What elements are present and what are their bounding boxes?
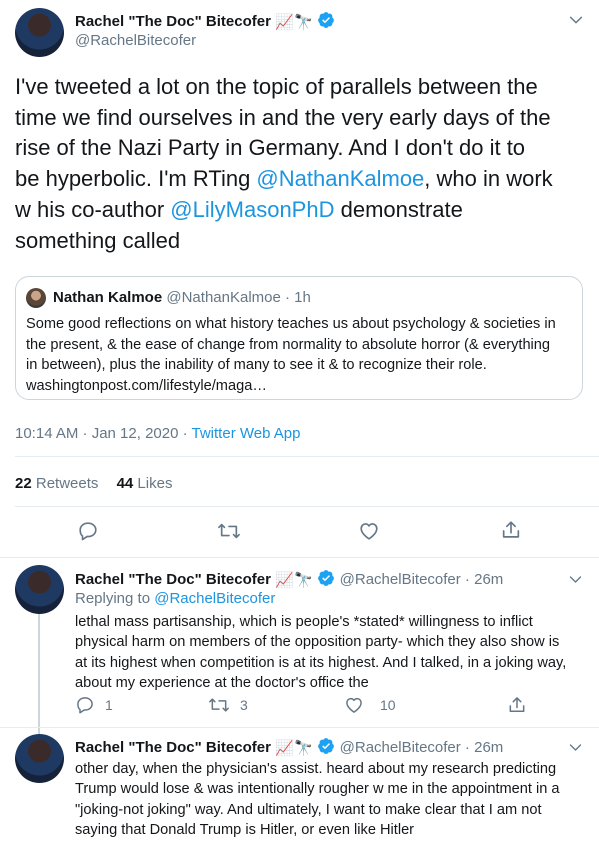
divider — [0, 727, 599, 728]
meta-separator: · — [178, 425, 192, 442]
tweet-meta: 10:14 AM · Jan 12, 2020 · Twitter Web Ap… — [15, 425, 300, 442]
text-segment: demonstrate — [334, 196, 463, 222]
quoted-text-line: Some good reflections on what history te… — [26, 316, 556, 332]
retweets-label: Retweets — [35, 475, 99, 492]
reply-handle-time[interactable]: @RachelBitecofer · 26m — [340, 571, 504, 588]
chevron-down-icon[interactable] — [568, 12, 584, 28]
likes-count: 44 — [116, 475, 134, 492]
reply-text-line: "joking-not joking" way. And ultimately,… — [75, 801, 542, 818]
retweet-icon[interactable] — [217, 520, 241, 542]
author-avatar[interactable] — [15, 8, 64, 57]
quoted-text: Some good reflections on what history te… — [26, 314, 578, 396]
retweet-action[interactable]: 3 — [208, 695, 248, 715]
reply-icon — [77, 697, 93, 714]
reply-text-line: other day, when the physician's assist. … — [75, 761, 557, 777]
like-count: 10 — [380, 697, 396, 713]
tweet-stats: 22 Retweets 44 Likes — [15, 475, 172, 492]
author-name-row: Rachel "The Doc" Bitecofer 📈🔭 — [75, 11, 335, 31]
quoted-tweet[interactable]: Nathan Kalmoe @NathanKalmoe · 1h Some go… — [15, 276, 583, 400]
mention-link[interactable]: @NathanKalmoe — [256, 166, 424, 191]
tweet-text: I've tweeted a lot on the topic of paral… — [15, 72, 590, 256]
tweet-text-line: I've tweeted a lot on the topic of paral… — [15, 74, 538, 99]
reply-text: other day, when the physician's assist. … — [75, 759, 595, 840]
like-icon[interactable] — [358, 520, 380, 542]
reply-author-name[interactable]: Rachel "The Doc" Bitecofer — [75, 739, 271, 756]
reply-text-line: saying that Donald Trump is Hitler, or e… — [75, 821, 415, 838]
author-emoji: 📈🔭 — [275, 572, 313, 589]
author-handle[interactable]: @RachelBitecofer — [75, 32, 196, 49]
chevron-down-icon[interactable] — [568, 572, 583, 587]
quoted-author-name: Nathan Kalmoe — [53, 289, 163, 306]
author-emoji: 📈🔭 — [275, 740, 313, 757]
reply-text-line: about my experience at the doctor's offi… — [75, 674, 369, 691]
author-name[interactable]: Rachel "The Doc" Bitecofer — [75, 13, 271, 30]
tweet-text-line: be hyperbolic. I'm RTing @NathanKalmoe, … — [15, 164, 590, 195]
reply-text-line: at its highest when competition is at it… — [75, 654, 567, 671]
reply-author-avatar[interactable] — [15, 734, 64, 783]
share-icon[interactable] — [507, 695, 527, 715]
tweet-text-line: rise of the Nazi Party in Germany. And I… — [15, 135, 526, 161]
quoted-link[interactable]: washingtonpost.com/lifestyle/maga… — [26, 376, 578, 397]
tweet-text-line: something called — [15, 227, 181, 253]
reply-icon[interactable] — [77, 520, 99, 542]
text-segment: w his co-author — [15, 196, 171, 222]
reply-header: Rachel "The Doc" Bitecofer 📈🔭 @RachelBit… — [75, 737, 503, 757]
divider — [15, 456, 599, 457]
verified-badge-icon — [318, 738, 335, 754]
tweet-source[interactable]: Twitter Web App — [192, 425, 301, 442]
author-emoji: 📈🔭 — [275, 14, 313, 31]
text-segment: be hyperbolic. I'm RTing — [15, 166, 257, 192]
tweet-text-line: time we find ourselves in and the very e… — [15, 104, 551, 130]
reply-action[interactable]: 1 — [75, 695, 113, 715]
reply-text: lethal mass partisanship, which is peopl… — [75, 612, 595, 693]
reply-count: 1 — [105, 697, 113, 713]
reply-text-line: physical harm on members of the oppositi… — [75, 634, 560, 651]
share-icon[interactable] — [500, 519, 522, 541]
quoted-text-line: in between), plus the inability of many … — [26, 357, 487, 373]
quoted-text-line: the present, & the ease of change from n… — [26, 336, 551, 353]
mention-link[interactable]: @LilyMasonPhD — [170, 197, 334, 222]
replying-to-handle[interactable]: @RachelBitecofer — [154, 590, 275, 607]
like-action[interactable]: 10 — [344, 695, 396, 715]
quoted-handle-time: @NathanKalmoe · 1h — [166, 289, 311, 306]
like-icon — [346, 697, 362, 713]
text-segment: , who in work — [424, 166, 553, 192]
likes-label: Likes — [137, 475, 173, 492]
tweet-text-line: w his co-author @LilyMasonPhD demonstrat… — [15, 195, 590, 226]
verified-badge-icon — [318, 12, 335, 28]
divider — [0, 557, 599, 558]
thread-line — [38, 612, 40, 737]
reply-author-name[interactable]: Rachel "The Doc" Bitecofer — [75, 571, 271, 588]
tweet-timestamp[interactable]: 10:14 AM · Jan 12, 2020 — [15, 425, 178, 442]
reply-handle-time[interactable]: @RachelBitecofer · 26m — [340, 739, 504, 756]
retweet-count: 3 — [240, 697, 248, 713]
reply-header: Rachel "The Doc" Bitecofer 📈🔭 @RachelBit… — [75, 569, 503, 589]
retweets-stat[interactable]: 22 Retweets — [15, 475, 98, 492]
chevron-down-icon[interactable] — [568, 740, 583, 755]
reply-author-avatar[interactable] — [15, 565, 64, 614]
retweets-count: 22 — [15, 475, 32, 492]
divider — [15, 506, 599, 507]
quoted-author-avatar — [26, 288, 46, 308]
retweet-icon — [209, 698, 229, 712]
reply-text-line: Trump would lose & was intentionally rou… — [75, 781, 560, 798]
likes-stat[interactable]: 44 Likes — [117, 475, 173, 492]
reply-text-line: lethal mass partisanship, which is peopl… — [75, 614, 533, 630]
quoted-header: Nathan Kalmoe @NathanKalmoe · 1h — [53, 289, 311, 306]
replying-to: Replying to @RachelBitecofer — [75, 590, 275, 607]
verified-badge-icon — [318, 570, 335, 586]
replying-to-label: Replying to — [75, 590, 155, 607]
